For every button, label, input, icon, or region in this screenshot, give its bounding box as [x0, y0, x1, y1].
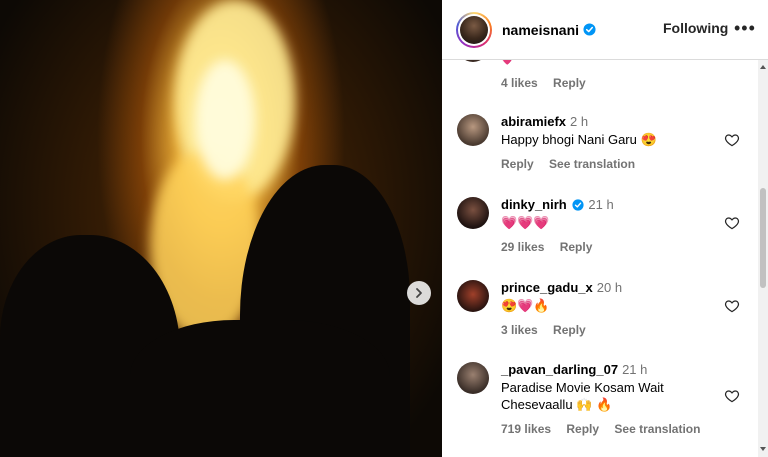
next-image-button[interactable]	[407, 281, 431, 305]
comment-text: 💗	[501, 60, 514, 66]
reply-button[interactable]: Reply	[501, 157, 534, 171]
comment-username[interactable]: dinky_nirh	[501, 197, 567, 212]
comment-item: 💗 4 likes Reply	[442, 60, 768, 100]
commenter-avatar[interactable]	[457, 280, 489, 312]
reply-button[interactable]: Reply	[560, 240, 593, 254]
comment-header: prince_gadu_x 20 h	[501, 280, 622, 295]
verified-badge-icon	[583, 23, 596, 36]
comment-meta: 29 likes Reply	[501, 240, 604, 254]
person-silhouette	[130, 320, 390, 457]
avatar-image	[460, 15, 488, 44]
comments-list: 💗 4 likes Reply abiramiefx 2 h Happy bhog…	[442, 60, 768, 457]
comment-item: _pavan_darling_07 21 h Paradise Movie Kos…	[442, 360, 768, 450]
reply-button[interactable]: Reply	[566, 422, 599, 436]
comment-username[interactable]: abiramiefx	[501, 114, 566, 129]
comment-meta: 3 likes Reply	[501, 323, 598, 337]
commenter-avatar[interactable]	[457, 60, 489, 62]
reply-button[interactable]: Reply	[553, 323, 586, 337]
comment-text: 💗💗💗	[501, 215, 550, 230]
following-button[interactable]: Following	[663, 20, 728, 36]
likes-count[interactable]: 719 likes	[501, 422, 551, 436]
likes-count[interactable]: 4 likes	[501, 76, 538, 90]
likes-count[interactable]: 29 likes	[501, 240, 544, 254]
verified-badge-icon	[572, 199, 584, 211]
post-header: nameisnani Following •••	[442, 0, 768, 60]
commenter-avatar[interactable]	[457, 114, 489, 146]
scrollbar[interactable]	[758, 60, 768, 457]
heart-outline-icon[interactable]	[724, 298, 740, 314]
scroll-thumb[interactable]	[760, 188, 766, 288]
post-image	[0, 0, 442, 457]
commenter-avatar[interactable]	[457, 197, 489, 229]
header-username[interactable]: nameisnani	[502, 22, 579, 38]
comment-text: 😍💗🔥	[501, 298, 550, 313]
avatar[interactable]	[456, 11, 492, 48]
comment-item: abiramiefx 2 h Happy bhogi Nani Garu 😍 Re…	[442, 112, 768, 182]
comment-item: prince_gadu_x 20 h 😍💗🔥 3 likes Reply	[442, 278, 768, 348]
heart-outline-icon[interactable]	[724, 215, 740, 231]
comment-header: _pavan_darling_07 21 h	[501, 362, 647, 377]
likes-count[interactable]: 3 likes	[501, 323, 538, 337]
comment-time: 21 h	[588, 197, 614, 212]
comment-meta: 719 likes Reply See translation	[501, 422, 712, 436]
comment-time: 20 h	[596, 280, 623, 295]
fire-glow	[195, 60, 255, 180]
see-translation-button[interactable]: See translation	[614, 422, 700, 436]
see-translation-button[interactable]: See translation	[549, 157, 635, 171]
comment-item: dinky_nirh 21 h 💗💗💗 29 likes Reply	[442, 195, 768, 265]
comment-time: 2 h	[570, 114, 589, 129]
chevron-right-icon	[416, 288, 422, 298]
comment-meta: Reply See translation	[501, 157, 647, 171]
comment-text: Paradise Movie Kosam Wait	[501, 380, 664, 395]
scroll-up-icon[interactable]	[760, 64, 766, 70]
heart-outline-icon[interactable]	[724, 132, 740, 148]
comment-header: abiramiefx 2 h	[501, 114, 588, 129]
comment-meta: 4 likes Reply	[501, 76, 598, 90]
comments-panel: nameisnani Following ••• 💗 4 likes Reply	[442, 0, 768, 457]
comment-text: Chesevaallu 🙌 🔥	[501, 397, 613, 412]
comment-text: Happy bhogi Nani Garu 😍	[501, 132, 657, 147]
comment-username[interactable]: prince_gadu_x	[501, 280, 593, 295]
comment-time: 21 h	[622, 362, 648, 377]
comment-username[interactable]: _pavan_darling_07	[501, 362, 618, 377]
reply-button[interactable]: Reply	[553, 76, 586, 90]
scroll-down-icon[interactable]	[760, 446, 766, 452]
heart-outline-icon[interactable]	[724, 388, 740, 404]
comment-header: dinky_nirh 21 h	[501, 197, 614, 212]
commenter-avatar[interactable]	[457, 362, 489, 394]
more-options-icon[interactable]: •••	[734, 18, 756, 39]
